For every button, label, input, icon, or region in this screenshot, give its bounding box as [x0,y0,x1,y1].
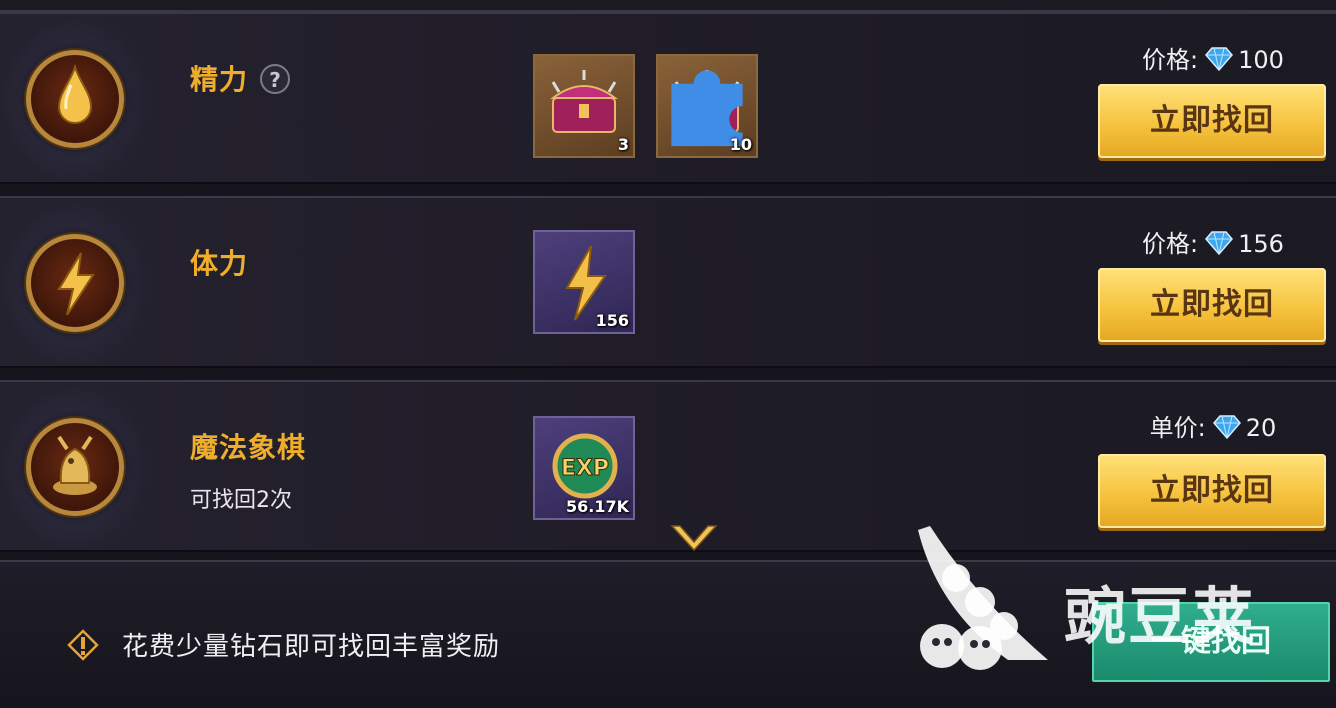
item-quantity: 10 [729,135,752,154]
price-value: 156 [1238,230,1284,258]
recover-now-button[interactable]: 立即找回 [1098,84,1326,158]
price-value: 100 [1238,46,1284,74]
help-icon[interactable]: ? [260,64,290,94]
scroll-down-chevron-icon[interactable] [668,520,720,556]
diamond-icon [1205,47,1234,72]
reward-item-stamina[interactable]: 156 [533,230,635,334]
price-display: 价格: 100 [1100,40,1326,76]
price-label: 价格: [1142,230,1199,258]
diamond-icon [1205,231,1234,256]
item-quantity: 156 [595,311,629,330]
price-label: 价格: [1142,46,1199,74]
recover-now-button[interactable]: 立即找回 [1098,268,1326,342]
price-label: 单价: [1149,414,1206,442]
svg-text:EXP: EXP [561,456,609,481]
reward-item-chest[interactable]: 3 [533,54,635,158]
watermark-pea-logo-icon [918,526,1048,670]
row-title: 魔法象棋 [190,431,307,464]
footer-tip-text: 花费少量钻石即可找回丰富奖励 [122,632,501,662]
item-quantity: 3 [617,135,629,154]
warning-diamond-icon [67,629,99,661]
lightning-icon [26,234,124,332]
row-title: 体力 [190,247,249,280]
diamond-icon [1212,415,1241,440]
top-border [0,0,1336,12]
recovery-row-stamina: 体力 156 价格: 156 立即找回 [0,196,1336,368]
item-quantity: 56.17K [565,497,629,516]
magic-chess-dragon-icon [26,418,124,516]
reward-item-chest-fragment[interactable]: 10 [656,54,758,158]
row-title: 精力 [190,63,249,96]
price-display: 价格: 156 [1100,224,1326,260]
price-display: 单价: 20 [1100,408,1326,444]
reward-item-exp[interactable]: EXP 56.17K [533,416,635,520]
price-value: 20 [1245,414,1277,442]
recovery-row-energy: 精力 ? 3 10 价格: 100 立即找回 [0,12,1336,184]
watermark-text: 豌豆荚 [1064,580,1257,653]
recover-now-button[interactable]: 立即找回 [1098,454,1326,528]
recover-count-text: 可找回2次 [190,488,292,513]
energy-drop-icon [26,50,124,148]
